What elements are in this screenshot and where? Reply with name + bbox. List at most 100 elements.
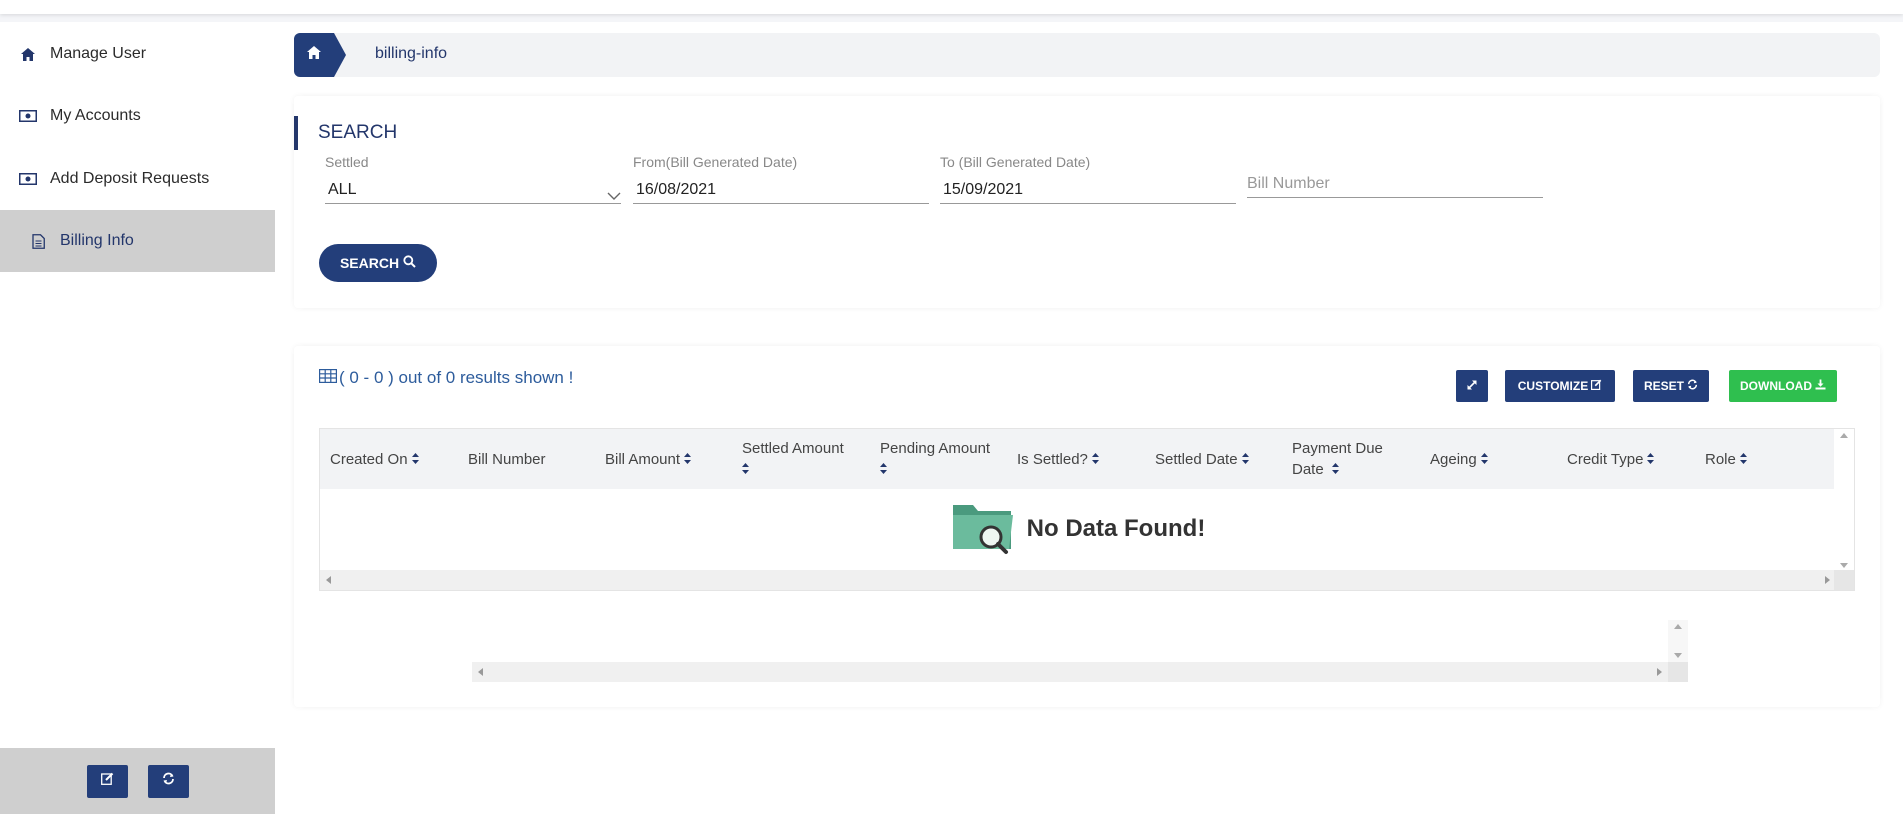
sidebar-item-add-deposit-requests[interactable]: Add Deposit Requests (0, 148, 275, 210)
scroll-right-arrow-icon[interactable] (1825, 576, 1830, 584)
scrollbar-corner (1668, 662, 1688, 682)
column-header-created-on[interactable]: Created On (330, 429, 460, 489)
results-table: Created On Bill Number Bill Amount Settl… (319, 428, 1855, 591)
refresh-icon (162, 772, 175, 790)
scroll-down-arrow-icon[interactable] (1674, 653, 1682, 658)
edit-icon (100, 772, 114, 790)
column-header-settled-date[interactable]: Settled Date (1155, 429, 1285, 489)
table-header: Created On Bill Number Bill Amount Settl… (320, 429, 1836, 489)
money-icon (18, 173, 38, 185)
breadcrumb: billing-info (294, 33, 1880, 77)
column-header-role[interactable]: Role (1705, 429, 1815, 489)
sidebar-item-my-accounts[interactable]: My Accounts (0, 85, 275, 147)
column-label: Created On (330, 450, 408, 468)
settled-value: ALL (328, 181, 357, 198)
download-button[interactable]: DOWNLOAD (1729, 370, 1837, 402)
breadcrumb-home[interactable] (294, 33, 334, 77)
sidebar-item-label: Manage User (50, 45, 147, 62)
sort-icon (684, 449, 692, 470)
column-header-payment-due-date[interactable]: Payment Due Date (1292, 429, 1404, 489)
settled-select[interactable]: ALL (325, 178, 621, 204)
refresh-button[interactable] (147, 764, 189, 798)
bill-number-field (1247, 170, 1543, 198)
column-header-bill-number[interactable]: Bill Number (468, 429, 598, 489)
breadcrumb-arrow (334, 33, 346, 77)
no-data-text: No Data Found! (1026, 515, 1206, 542)
scroll-left-arrow-icon[interactable] (478, 668, 483, 676)
sort-icon (411, 449, 419, 470)
expand-icon (1466, 379, 1478, 394)
sidebar-item-billing-info[interactable]: Billing Info (0, 210, 275, 272)
table-icon (319, 368, 337, 388)
column-label: Pending Amount (880, 440, 991, 457)
sort-icon (1480, 449, 1488, 470)
scrollbar-corner (1834, 570, 1854, 590)
from-date-label: From(Bill Generated Date) (633, 154, 798, 170)
edit-icon (1591, 379, 1602, 393)
sort-icon (1091, 449, 1099, 470)
folder-search-icon (951, 499, 1015, 560)
column-header-pending-amount[interactable]: Pending Amount (880, 429, 1005, 489)
edit-button[interactable] (86, 764, 128, 798)
customize-button[interactable]: CUSTOMIZE (1505, 370, 1615, 402)
document-icon (28, 233, 48, 249)
reset-button[interactable]: RESET (1633, 370, 1709, 402)
to-date-label: To (Bill Generated Date) (940, 154, 1091, 170)
table-vertical-scrollbar[interactable] (1834, 429, 1854, 572)
breadcrumb-current: billing-info (375, 45, 448, 62)
scroll-up-arrow-icon[interactable] (1840, 433, 1848, 438)
column-label: Role (1705, 450, 1736, 468)
search-button-label: SEARCH (339, 255, 400, 271)
column-label: Credit Type (1567, 450, 1644, 468)
column-label: Settled Date (1155, 450, 1238, 468)
sidebar-item-label: My Accounts (50, 107, 141, 124)
to-date-field: To (Bill Generated Date) 15/09/2021 (940, 154, 1236, 204)
settled-field: Settled ALL (325, 154, 621, 204)
download-icon (1815, 379, 1826, 393)
table-horizontal-scrollbar[interactable] (320, 570, 1836, 590)
sort-icon (1739, 449, 1747, 470)
sort-icon (742, 459, 749, 480)
search-button[interactable]: SEARCH (319, 244, 437, 282)
column-label: Is Settled? (1017, 450, 1088, 468)
secondary-vertical-scrollbar[interactable] (1668, 620, 1688, 662)
column-label: Settled Amount (742, 440, 844, 457)
to-date-input[interactable]: 15/09/2021 (940, 178, 1236, 204)
column-label: Bill Amount (605, 450, 681, 468)
search-title: SEARCH (294, 116, 397, 150)
sort-icon (1241, 449, 1249, 470)
customize-button-label: CUSTOMIZE (1517, 379, 1589, 393)
sidebar-item-manage-user[interactable]: Manage User (0, 23, 275, 85)
sort-icon (880, 459, 887, 480)
scroll-right-arrow-icon[interactable] (1657, 668, 1662, 676)
column-header-bill-amount[interactable]: Bill Amount (605, 429, 735, 489)
chevron-down-icon (607, 184, 621, 208)
column-header-credit-type[interactable]: Credit Type (1567, 429, 1697, 489)
scroll-down-arrow-icon[interactable] (1840, 563, 1848, 568)
from-date-input[interactable]: 16/08/2021 (633, 178, 929, 204)
expand-button[interactable] (1456, 370, 1488, 402)
column-header-settled-amount[interactable]: Settled Amount (742, 429, 867, 489)
bill-number-input[interactable] (1247, 170, 1543, 198)
sidebar-item-label: Add Deposit Requests (50, 170, 210, 187)
no-data-message: No Data Found! (320, 491, 1836, 567)
scroll-left-arrow-icon[interactable] (326, 576, 331, 584)
refresh-icon (1687, 379, 1698, 393)
column-header-ageing[interactable]: Ageing (1430, 429, 1560, 489)
sidebar-footer (0, 748, 275, 814)
sidebar: Manage User My Accounts Add Deposit Requ… (0, 22, 275, 814)
column-header-is-settled[interactable]: Is Settled? (1017, 429, 1147, 489)
column-label: Bill Number (468, 450, 546, 468)
results-panel: ( 0 - 0 ) out of 0 results shown ! CUSTO… (294, 346, 1880, 707)
reset-button-label: RESET (1643, 379, 1684, 393)
results-summary-text: ( 0 - 0 ) out of 0 results shown ! (339, 368, 574, 387)
secondary-horizontal-scrollbar[interactable] (472, 662, 1668, 682)
scroll-up-arrow-icon[interactable] (1674, 624, 1682, 629)
search-panel: SEARCH Settled ALL From(Bill Generated D… (294, 96, 1880, 308)
download-button-label: DOWNLOAD (1740, 379, 1812, 393)
sort-icon (1331, 459, 1339, 480)
column-label: Ageing (1430, 450, 1477, 468)
from-date-field: From(Bill Generated Date) 16/08/2021 (633, 154, 929, 204)
column-label: Payment Due Date (1292, 438, 1404, 481)
sort-icon (1647, 449, 1655, 470)
